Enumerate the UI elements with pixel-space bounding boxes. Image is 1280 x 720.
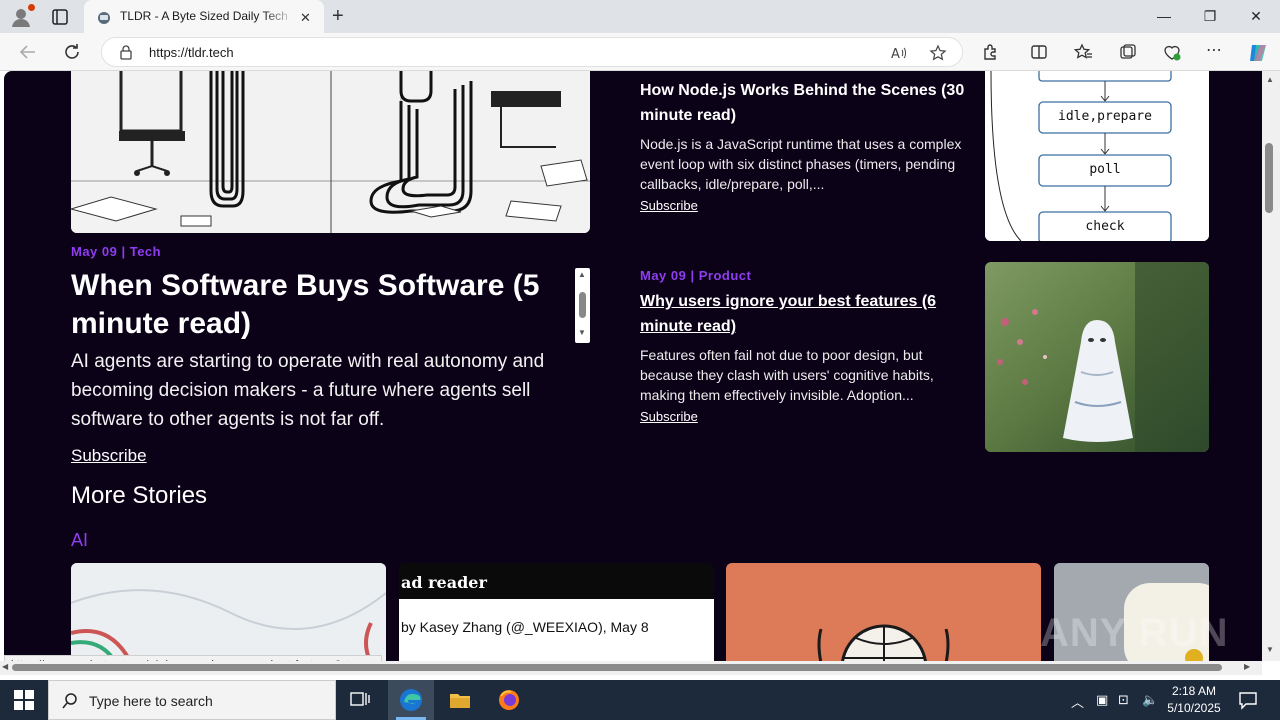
more-options-icon[interactable]: ⋯ bbox=[1206, 42, 1226, 62]
tab-bar: TLDR - A Byte Sized Daily Tech Newslette… bbox=[0, 0, 1280, 33]
globe-illustration bbox=[817, 624, 950, 661]
search-icon bbox=[62, 693, 77, 709]
ghost-photo bbox=[985, 262, 1209, 452]
diagram-box-label: idle,prepare bbox=[1058, 109, 1152, 124]
event-loop-diagram bbox=[985, 71, 1209, 241]
new-tab-icon[interactable]: + bbox=[332, 5, 344, 27]
hero-title[interactable]: When Software Buys Software (5 minute re… bbox=[71, 267, 571, 343]
firefox-icon[interactable] bbox=[497, 688, 521, 712]
favorites-icon[interactable] bbox=[1073, 42, 1093, 62]
vertical-scrollbar[interactable]: ▲ ▼ bbox=[1262, 71, 1280, 661]
horizontal-scroll-thumb[interactable] bbox=[12, 664, 1222, 671]
scroll-right-arrow-icon[interactable]: ▶ bbox=[1244, 662, 1250, 671]
diagram-box-label: check bbox=[1085, 219, 1125, 234]
minimize-icon[interactable]: — bbox=[1154, 8, 1174, 24]
edge-icon bbox=[400, 689, 422, 711]
taskbar-clock[interactable]: 2:18 AM 5/10/2025 bbox=[1164, 683, 1224, 717]
vertical-scroll-thumb[interactable] bbox=[1265, 143, 1273, 213]
anyrun-watermark: ANY RUN bbox=[1040, 611, 1229, 655]
ghost-article-image[interactable] bbox=[985, 262, 1209, 452]
notification-dot bbox=[28, 4, 35, 11]
close-tab-icon[interactable]: ✕ bbox=[300, 10, 311, 26]
thumbnail-reader-body: by Kasey Zhang (@_WEEXIAO), May 8 bbox=[399, 599, 714, 661]
windows-taskbar: Type here to search ︿ ▣ ⊡ 🔈 2:18 AM 5/10… bbox=[0, 680, 1280, 720]
more-stories-heading: More Stories bbox=[71, 482, 208, 509]
svg-text:A: A bbox=[891, 47, 900, 62]
collections-icon[interactable] bbox=[1118, 42, 1138, 62]
diagram-box-label: poll bbox=[1089, 162, 1121, 177]
clock-time: 2:18 AM bbox=[1171, 684, 1217, 698]
card-description: Features often fail not due to poor desi… bbox=[640, 347, 934, 403]
tldr-favicon-icon bbox=[98, 12, 110, 24]
favorite-star-icon[interactable] bbox=[929, 44, 947, 62]
address-bar[interactable]: https://tldr.tech A bbox=[101, 37, 963, 67]
back-icon[interactable] bbox=[17, 41, 39, 63]
scroll-left-arrow-icon[interactable]: ◀ bbox=[2, 662, 8, 671]
card-description: Node.js is a JavaScript runtime that use… bbox=[640, 136, 962, 192]
tldr-page: May 09 | Tech When Software Buys Softwar… bbox=[4, 71, 1262, 661]
browser-tab-active[interactable]: TLDR - A Byte Sized Daily Tech Newslette… bbox=[84, 0, 324, 33]
page-viewport: May 09 | Tech When Software Buys Softwar… bbox=[0, 71, 1262, 661]
hero-scroll-thumb[interactable] bbox=[579, 292, 586, 318]
clock-date: 5/10/2025 bbox=[1167, 701, 1221, 715]
file-explorer-icon[interactable] bbox=[448, 688, 472, 712]
hero-subscribe-link[interactable]: Subscribe bbox=[71, 446, 147, 466]
scroll-down-arrow-icon[interactable]: ▼ bbox=[1266, 645, 1274, 654]
browser-essentials-icon[interactable] bbox=[1162, 42, 1182, 62]
article-card-product: May 09 | Product Why users ignore your b… bbox=[640, 268, 970, 426]
thumbnail-reader-byline: by Kasey Zhang (@_WEEXIAO), May 8 bbox=[401, 619, 649, 635]
story-thumbnail-1[interactable] bbox=[71, 563, 386, 661]
url-text[interactable]: https://tldr.tech bbox=[149, 45, 234, 60]
notifications-icon[interactable] bbox=[1238, 690, 1258, 710]
close-window-icon[interactable]: ✕ bbox=[1246, 8, 1266, 25]
browser-toolbar: https://tldr.tech A ⋯ bbox=[0, 33, 1280, 71]
task-view-icon[interactable] bbox=[348, 688, 372, 712]
taskbar-search-box[interactable]: Type here to search bbox=[48, 680, 336, 720]
tab-title-fade bbox=[264, 5, 294, 27]
ai-category-label[interactable]: AI bbox=[71, 530, 88, 551]
copilot-icon[interactable] bbox=[1246, 41, 1270, 65]
tray-chevron-icon[interactable]: ︿ bbox=[1071, 692, 1084, 711]
article-card-nodejs: How Node.js Works Behind the Scenes (30 … bbox=[640, 78, 970, 215]
scroll-up-arrow-icon[interactable]: ▲ bbox=[1266, 75, 1274, 84]
nodejs-diagram-image[interactable]: idle,prepare poll check bbox=[985, 71, 1209, 241]
hero-meta: May 09 | Tech bbox=[71, 244, 162, 259]
restore-icon[interactable]: ❐ bbox=[1200, 8, 1220, 25]
card-meta: May 09 | Product bbox=[640, 268, 752, 283]
hero-description: AI agents are starting to operate with r… bbox=[71, 351, 545, 430]
tab-actions-icon[interactable] bbox=[50, 7, 70, 27]
volume-icon[interactable]: 🔈 bbox=[1142, 692, 1158, 708]
lock-icon[interactable] bbox=[118, 44, 134, 60]
tray-device-icon[interactable]: ▣ bbox=[1096, 692, 1108, 708]
search-placeholder: Type here to search bbox=[89, 693, 213, 709]
windows-start-icon[interactable] bbox=[14, 690, 34, 710]
extensions-icon[interactable] bbox=[981, 42, 1001, 62]
thumbnail-reader-title: ad reader bbox=[401, 573, 487, 592]
scroll-down-icon[interactable]: ▼ bbox=[578, 328, 586, 337]
story-thumbnail-3[interactable] bbox=[726, 563, 1041, 661]
card-subscribe-link[interactable]: Subscribe bbox=[640, 409, 698, 424]
card-title[interactable]: How Node.js Works Behind the Scenes (30 … bbox=[640, 78, 970, 128]
hero-article-image[interactable] bbox=[71, 71, 590, 233]
story-thumbnail-2[interactable]: ad reader by Kasey Zhang (@_WEEXIAO), Ma… bbox=[399, 563, 714, 661]
network-icon[interactable]: ⊡ bbox=[1118, 692, 1129, 708]
taskbar-edge-active[interactable] bbox=[388, 680, 434, 720]
card-title[interactable]: Why users ignore your best features (6 m… bbox=[640, 289, 970, 339]
horizontal-scrollbar[interactable]: ◀ ▶ bbox=[0, 661, 1262, 675]
marble-image bbox=[71, 563, 386, 661]
hero-scrollbar[interactable]: ▲ ▼ bbox=[575, 268, 590, 343]
scroll-up-icon[interactable]: ▲ bbox=[578, 270, 586, 279]
refresh-icon[interactable] bbox=[61, 41, 83, 63]
card-subscribe-link[interactable]: Subscribe bbox=[640, 198, 698, 213]
hero-illustration bbox=[71, 71, 590, 233]
read-aloud-icon[interactable]: A bbox=[890, 44, 908, 62]
split-screen-icon[interactable] bbox=[1029, 42, 1049, 62]
